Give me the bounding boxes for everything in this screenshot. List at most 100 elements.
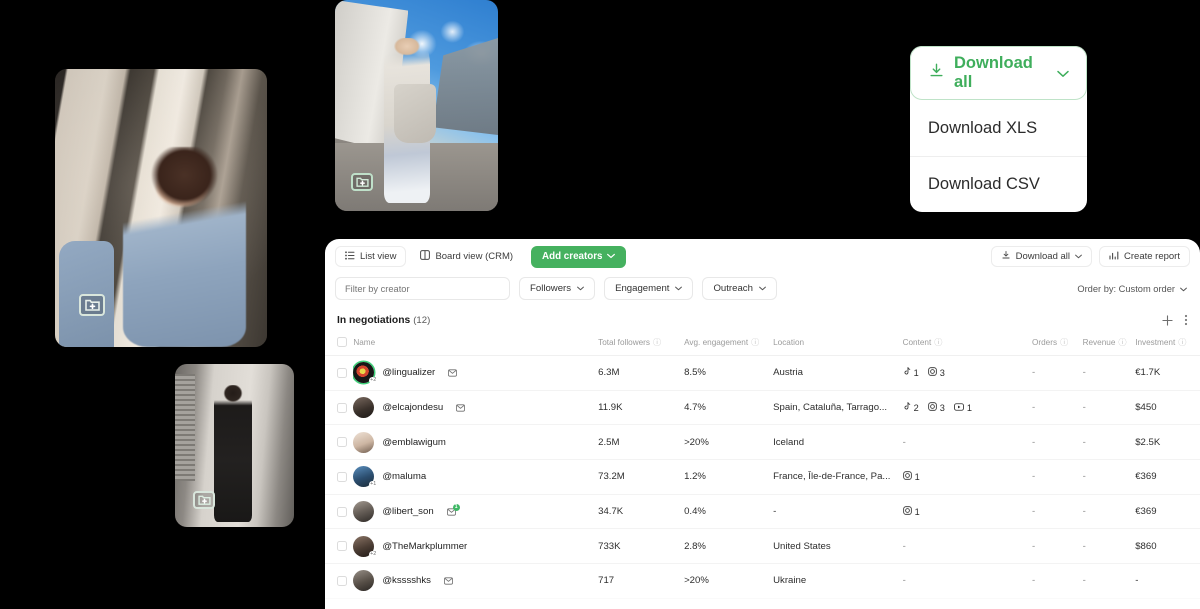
cell-orders: - xyxy=(1032,563,1083,599)
create-report-button[interactable]: Create report xyxy=(1099,246,1190,267)
row-checkbox[interactable] xyxy=(337,541,347,552)
more-vertical-icon[interactable] xyxy=(1184,314,1188,326)
row-checkbox[interactable] xyxy=(337,437,347,448)
menu-item-download-csv[interactable]: Download CSV xyxy=(910,156,1087,212)
filter-followers[interactable]: Followers xyxy=(519,277,596,300)
creator-handle[interactable]: @TheMarkplummer xyxy=(382,541,467,552)
col-engagement[interactable]: Avg. engagement ⓘ xyxy=(684,332,774,356)
col-followers[interactable]: Total followers ⓘ xyxy=(598,332,685,356)
message-icon[interactable] xyxy=(444,577,453,585)
creator-handle[interactable]: @ksssshks xyxy=(382,575,431,586)
download-all-button[interactable]: Download all xyxy=(990,246,1093,267)
info-icon[interactable]: ⓘ xyxy=(1118,338,1126,347)
row-checkbox[interactable] xyxy=(337,471,347,482)
col-investment-label: Investment xyxy=(1135,338,1176,347)
col-investment[interactable]: Investment ⓘ xyxy=(1135,332,1200,356)
creator-handle[interactable]: @maluma xyxy=(382,471,426,482)
avatar[interactable] xyxy=(353,501,375,523)
row-checkbox[interactable] xyxy=(337,402,347,413)
col-orders[interactable]: Orders ⓘ xyxy=(1032,332,1083,356)
row-checkbox[interactable] xyxy=(337,367,347,378)
list-icon xyxy=(345,250,355,263)
photo-card-street-style[interactable] xyxy=(335,0,498,211)
col-content[interactable]: Content ⓘ xyxy=(902,332,1033,356)
tab-board-view-label: Board view (CRM) xyxy=(435,251,514,262)
tab-list-view[interactable]: List view xyxy=(335,246,407,267)
message-icon[interactable]: 1 xyxy=(446,503,460,516)
photo-card-denim-woman[interactable] xyxy=(55,69,267,347)
avatar[interactable]: +2 xyxy=(353,535,378,558)
cell-name: +2 @TheMarkplummer xyxy=(353,528,599,565)
group-header: In negotiations (12) xyxy=(325,300,1200,332)
download-icon xyxy=(1001,250,1011,263)
photo-subject xyxy=(214,385,253,523)
table-row[interactable]: @libert_son 1 34.7K 0.4% -1- - €369 xyxy=(325,494,1200,530)
message-unread-badge: 1 xyxy=(452,503,460,511)
col-select-all xyxy=(325,332,354,356)
filter-outreach[interactable]: Outreach xyxy=(702,277,777,300)
info-icon[interactable]: ⓘ xyxy=(1060,338,1068,347)
tiktok-icon xyxy=(903,402,911,413)
cell-orders: - xyxy=(1032,494,1083,530)
filter-engagement[interactable]: Engagement xyxy=(604,277,694,300)
avatar-extra-count: +2 xyxy=(369,377,378,385)
cell-orders: - xyxy=(1032,424,1083,461)
row-checkbox[interactable] xyxy=(337,506,347,517)
instagram-icon xyxy=(902,471,912,482)
message-icon[interactable] xyxy=(448,369,458,377)
cell-orders: - xyxy=(1032,355,1083,391)
photo-card-black-outfit[interactable] xyxy=(175,364,294,527)
chevron-down-icon xyxy=(675,284,683,293)
avatar[interactable]: +1 xyxy=(353,466,378,489)
info-icon[interactable]: ⓘ xyxy=(934,338,942,347)
cell-revenue: - xyxy=(1082,528,1136,565)
col-revenue[interactable]: Revenue ⓘ xyxy=(1082,332,1136,356)
avatar[interactable] xyxy=(353,431,375,453)
col-name-label: Name xyxy=(353,337,376,347)
table-row[interactable]: +2 @TheMarkplummer 733K 2.8% United States - -… xyxy=(325,528,1200,565)
avatar[interactable] xyxy=(353,397,375,419)
add-to-folder-icon[interactable] xyxy=(79,294,105,316)
info-icon[interactable]: ⓘ xyxy=(653,338,661,347)
table-row[interactable]: +2 @lingualizer 6.3M 8.5% Austria 1 3- - €1.7K xyxy=(325,355,1200,391)
creator-handle[interactable]: @lingualizer xyxy=(382,367,435,378)
content-tiktok: 2 xyxy=(903,402,919,413)
download-all-trigger[interactable]: Download all xyxy=(910,46,1087,100)
info-icon[interactable]: ⓘ xyxy=(751,338,759,347)
tab-board-view[interactable]: Board view (CRM) xyxy=(410,246,523,267)
avatar-extra-count: +2 xyxy=(369,550,378,558)
table-row[interactable]: @elcajondesu 11.9K 4.7% Spain, Cataluña, Ta… xyxy=(325,390,1200,426)
row-checkbox[interactable] xyxy=(337,575,347,586)
avatar[interactable]: +2 xyxy=(353,362,378,385)
chevron-down-icon xyxy=(607,252,616,261)
photo-subject xyxy=(122,146,246,347)
menu-item-download-xls[interactable]: Download XLS xyxy=(910,100,1087,156)
table-row[interactable]: @emblawigum 2.5M >20% Iceland - - - $2.5K xyxy=(325,424,1200,461)
select-all-checkbox[interactable] xyxy=(337,337,347,347)
col-name[interactable]: Name xyxy=(353,332,599,356)
avatar[interactable] xyxy=(353,570,375,592)
search-input[interactable] xyxy=(335,277,510,300)
table-header-row: Name Total followers ⓘ Avg. engagement ⓘ L… xyxy=(325,332,1200,356)
creator-handle[interactable]: @elcajondesu xyxy=(382,402,443,413)
cell-engagement: >20% xyxy=(684,424,774,461)
creator-handle[interactable]: @libert_son xyxy=(382,506,433,517)
cell-name: @elcajondesu xyxy=(353,390,599,426)
info-icon[interactable]: ⓘ xyxy=(1178,338,1186,347)
col-location[interactable]: Location xyxy=(773,332,903,356)
row-select-cell xyxy=(325,563,354,599)
add-creators-button[interactable]: Add creators xyxy=(531,245,627,268)
table-row[interactable]: +1 @maluma 73.2M 1.2% France, Île-de-France,… xyxy=(325,459,1200,495)
table-row[interactable]: @ksssshks 717 >20% Ukraine - - - - xyxy=(325,563,1200,599)
add-to-folder-icon[interactable] xyxy=(193,491,215,509)
instagram-icon xyxy=(902,506,912,517)
order-by-selector[interactable]: Order by: Custom order xyxy=(1077,284,1190,294)
plus-icon[interactable] xyxy=(1162,314,1173,326)
col-location-label: Location xyxy=(773,337,805,347)
cell-engagement: >20% xyxy=(684,563,774,599)
cell-followers: 717 xyxy=(598,563,685,599)
add-to-folder-icon[interactable] xyxy=(351,173,373,191)
message-icon[interactable] xyxy=(456,403,466,412)
creator-handle[interactable]: @emblawigum xyxy=(382,437,446,448)
content-count: 2 xyxy=(913,402,919,413)
